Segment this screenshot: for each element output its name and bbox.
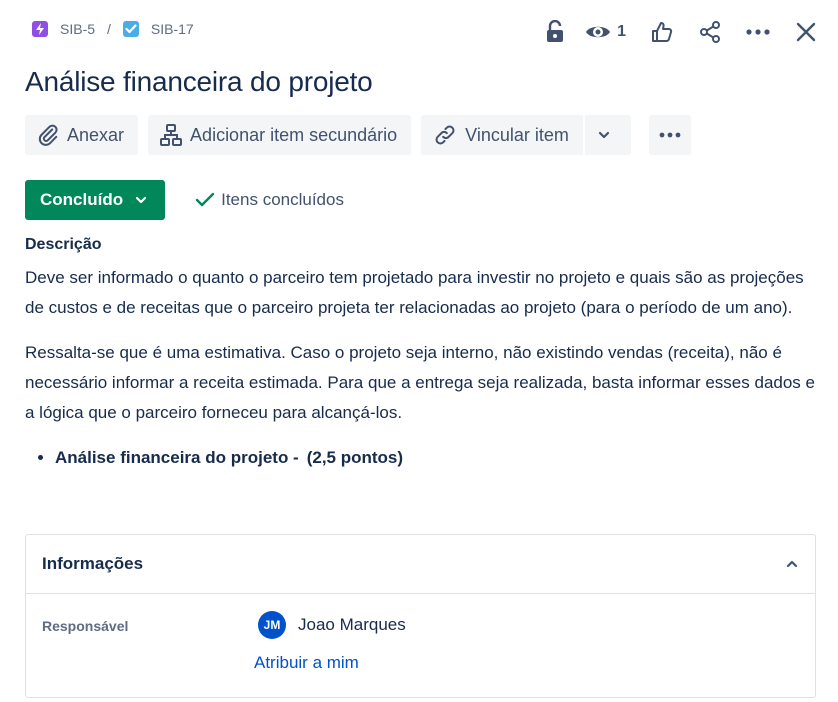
check-icon [195,192,215,207]
assign-to-me-link[interactable]: Atribuir a mim [254,653,359,673]
details-panel: Informações Responsável JM Joao Marques … [25,534,816,698]
link-icon [435,125,455,145]
assignee-field[interactable]: JM Joao Marques [258,611,406,639]
chevron-up-icon[interactable] [785,559,799,569]
watch-count: 1 [617,23,626,40]
assignee-name: Joao Marques [298,615,406,634]
breadcrumb-current[interactable]: SIB-17 [122,21,194,37]
epic-icon [32,21,48,37]
breadcrumb-parent-key: SIB-5 [60,21,96,37]
paperclip-icon [38,124,58,146]
details-panel-title: Informações [42,554,144,573]
link-item-button[interactable]: Vincular item [421,115,583,155]
issue-toolbar: Anexar Adicionar item secundário Vincula… [25,115,701,155]
description-list: Análise financeira do projeto - (2,5 pont… [55,443,815,473]
thumbs-up-icon[interactable] [644,14,680,50]
description-label: Descrição [25,236,102,253]
breadcrumb: SIB-5 / SIB-17 [32,21,194,37]
eye-icon [586,26,611,38]
list-item: Análise financeira do projeto - (2,5 pont… [55,443,815,473]
description-paragraph: Ressalta-se que é uma estimativa. Caso o… [25,343,815,422]
add-child-item-label: Adicionar item secundário [190,124,398,145]
more-icon [659,132,681,138]
bullet-text: Análise financeira do projeto - [55,448,299,467]
bullet-points: (2,5 pontos) [306,448,404,467]
attach-label: Anexar [67,124,125,145]
chevron-down-icon [598,131,609,139]
breadcrumb-parent[interactable]: SIB-5 [32,21,95,37]
status-button[interactable]: Concluído [25,180,166,220]
status-row: Concluído Itens concluídos [25,180,344,220]
more-icon[interactable] [740,14,776,50]
resolution: Itens concluídos [195,190,344,210]
close-icon[interactable] [788,14,824,50]
hierarchy-icon [160,124,183,146]
description-paragraph: Deve ser informado o quanto o parceiro t… [25,268,804,317]
breadcrumb-separator: / [107,21,111,37]
chevron-down-icon [136,196,147,204]
header-actions: 1 [529,14,824,50]
unlock-icon[interactable] [537,14,573,50]
status-label: Concluído [40,190,124,209]
details-panel-header[interactable]: Informações [26,535,815,594]
issue-header: SIB-5 / SIB-17 1 [0,0,838,62]
more-actions-button[interactable] [648,115,691,155]
link-item-dropdown[interactable] [584,115,631,155]
description-body[interactable]: Deve ser informado o quanto o parceiro t… [25,263,815,473]
page-title[interactable]: Análise financeira do projeto [25,66,373,98]
breadcrumb-current-key: SIB-17 [150,21,194,37]
add-child-item-button[interactable]: Adicionar item secundário [148,115,412,155]
assignee-label: Responsável [42,618,129,634]
task-checkbox-icon [122,21,139,37]
avatar: JM [258,611,286,639]
attach-button[interactable]: Anexar [25,115,139,155]
resolution-label: Itens concluídos [221,190,344,209]
share-icon[interactable] [692,14,728,50]
watch-button[interactable]: 1 [585,14,626,50]
link-item-label: Vincular item [465,124,569,145]
